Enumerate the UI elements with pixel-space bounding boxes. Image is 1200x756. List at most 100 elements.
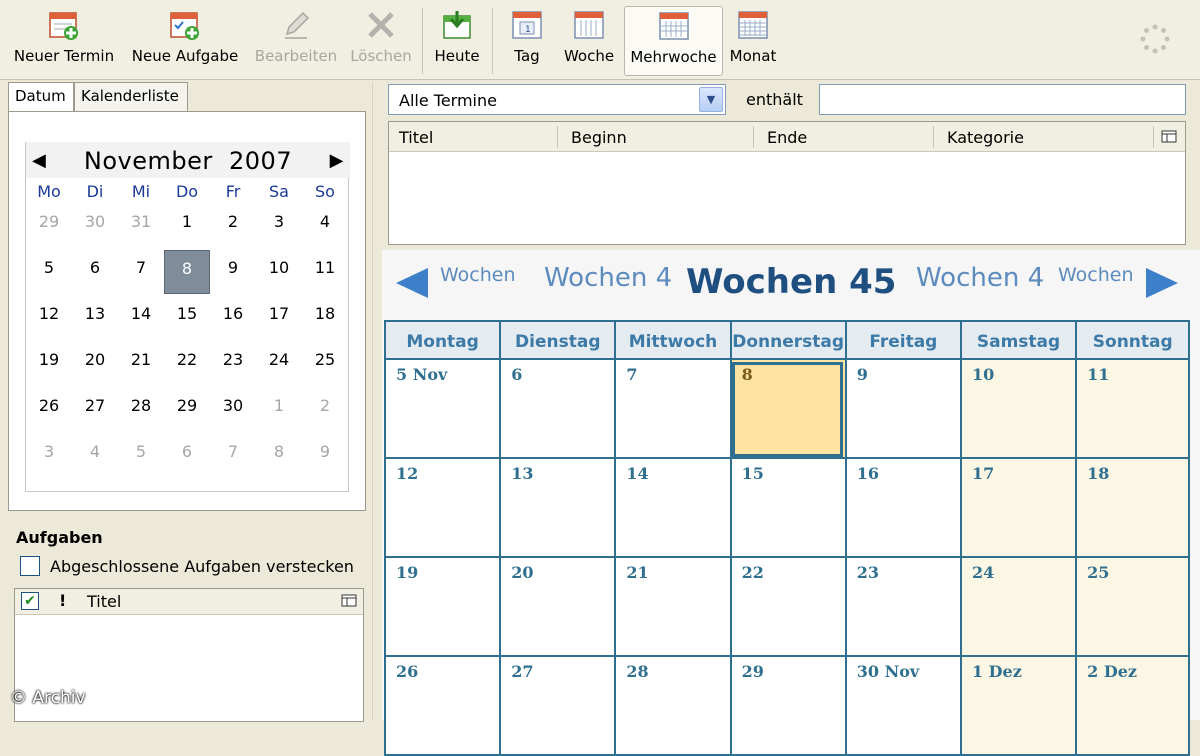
mini-day[interactable]: 19 bbox=[26, 342, 72, 386]
mini-day[interactable]: 7 bbox=[210, 434, 256, 478]
column-divider[interactable] bbox=[753, 126, 754, 148]
week-view-button[interactable]: Woche bbox=[558, 6, 620, 76]
title-column-header[interactable]: Titel bbox=[87, 592, 121, 611]
column-picker-icon[interactable] bbox=[1161, 129, 1177, 145]
day-cell[interactable]: 5 Nov bbox=[384, 360, 500, 459]
mini-day[interactable]: 10 bbox=[256, 250, 302, 294]
day-cell-weekend[interactable]: 10 bbox=[959, 360, 1076, 459]
mini-day[interactable]: 6 bbox=[164, 434, 210, 478]
mini-day[interactable]: 5 bbox=[118, 434, 164, 478]
previous-arrow-icon[interactable] bbox=[396, 268, 428, 298]
mini-day[interactable]: 24 bbox=[256, 342, 302, 386]
tab-date[interactable]: Datum bbox=[8, 82, 74, 113]
mini-day[interactable]: 4 bbox=[302, 204, 348, 248]
multiweek-view-button[interactable]: Mehrwoche bbox=[624, 6, 723, 76]
column-header-end[interactable]: Ende bbox=[767, 128, 807, 147]
day-cell[interactable]: 20 bbox=[499, 558, 615, 657]
day-cell[interactable]: 12 bbox=[384, 459, 500, 558]
mini-day[interactable]: 14 bbox=[118, 296, 164, 340]
today-button[interactable]: Heute bbox=[428, 6, 486, 76]
day-cell-weekend[interactable]: 11 bbox=[1075, 360, 1191, 459]
day-cell[interactable]: 27 bbox=[499, 657, 615, 756]
day-cell[interactable]: 16 bbox=[844, 459, 960, 558]
day-cell[interactable]: 23 bbox=[844, 558, 960, 657]
nav-next-weeks[interactable]: Wochen 4 bbox=[916, 263, 1044, 293]
next-arrow-icon[interactable] bbox=[1146, 268, 1178, 298]
mini-day[interactable]: 17 bbox=[256, 296, 302, 340]
mini-day[interactable]: 3 bbox=[26, 434, 72, 478]
day-cell[interactable]: 22 bbox=[729, 558, 845, 657]
day-view-button[interactable]: 1 Tag bbox=[500, 6, 554, 76]
mini-day[interactable]: 12 bbox=[26, 296, 72, 340]
nav-far-next-weeks[interactable]: Wochen bbox=[1058, 264, 1134, 286]
day-cell-weekend[interactable]: 24 bbox=[959, 558, 1076, 657]
hide-completed-checkbox[interactable] bbox=[20, 556, 40, 576]
mini-day[interactable]: 28 bbox=[118, 388, 164, 432]
day-cell-weekend[interactable]: 17 bbox=[959, 459, 1076, 558]
completed-column-checkmark-icon[interactable]: ✔ bbox=[21, 592, 39, 610]
mini-day[interactable]: 6 bbox=[72, 250, 118, 294]
mini-day[interactable]: 11 bbox=[302, 250, 348, 294]
day-cell[interactable]: 26 bbox=[384, 657, 500, 756]
day-cell-weekend[interactable]: 18 bbox=[1075, 459, 1191, 558]
mini-day[interactable]: 22 bbox=[164, 342, 210, 386]
month-view-button[interactable]: Monat bbox=[726, 6, 780, 76]
day-cell[interactable]: 7 bbox=[614, 360, 730, 459]
day-cell[interactable]: 15 bbox=[729, 459, 845, 558]
tab-calendar-list[interactable]: Kalenderliste bbox=[74, 82, 188, 111]
mini-day[interactable]: 9 bbox=[210, 250, 256, 294]
day-cell[interactable]: 19 bbox=[384, 558, 500, 657]
priority-column-header[interactable]: ! bbox=[59, 591, 66, 610]
column-divider[interactable] bbox=[933, 126, 934, 148]
mini-day[interactable]: 20 bbox=[72, 342, 118, 386]
mini-day[interactable]: 13 bbox=[72, 296, 118, 340]
mini-day[interactable]: 21 bbox=[118, 342, 164, 386]
day-cell[interactable]: 6 bbox=[499, 360, 615, 459]
nav-previous-weeks[interactable]: Wochen 4 bbox=[544, 263, 672, 293]
mini-day[interactable]: 3 bbox=[256, 204, 302, 248]
day-cell[interactable]: 28 bbox=[614, 657, 730, 756]
day-cell[interactable]: 30 Nov bbox=[844, 657, 960, 756]
mini-day[interactable]: 23 bbox=[210, 342, 256, 386]
column-picker-icon[interactable] bbox=[341, 593, 357, 609]
nav-far-previous-weeks[interactable]: Wochen bbox=[440, 264, 516, 286]
column-header-start[interactable]: Beginn bbox=[571, 128, 627, 147]
edit-button[interactable]: Bearbeiten bbox=[250, 6, 342, 76]
day-cell[interactable]: 14 bbox=[614, 459, 730, 558]
mini-day[interactable]: 2 bbox=[302, 388, 348, 432]
chevron-down-icon[interactable]: ▼ bbox=[699, 87, 723, 112]
mini-day-today[interactable]: 8 bbox=[164, 250, 210, 294]
search-contains-input[interactable] bbox=[819, 84, 1186, 115]
mini-day[interactable]: 27 bbox=[72, 388, 118, 432]
mini-day[interactable]: 9 bbox=[302, 434, 348, 478]
mini-day[interactable]: 1 bbox=[164, 204, 210, 248]
mini-day[interactable]: 15 bbox=[164, 296, 210, 340]
mini-day[interactable]: 30 bbox=[72, 204, 118, 248]
mini-day[interactable]: 8 bbox=[256, 434, 302, 478]
mini-day[interactable]: 31 bbox=[118, 204, 164, 248]
delete-button[interactable]: Löschen bbox=[346, 6, 416, 76]
day-cell[interactable]: 13 bbox=[499, 459, 615, 558]
column-header-title[interactable]: Titel bbox=[399, 128, 433, 147]
column-header-category[interactable]: Kategorie bbox=[947, 128, 1024, 147]
event-filter-select[interactable]: Alle Termine ▼ bbox=[388, 84, 726, 115]
day-cell[interactable]: 21 bbox=[614, 558, 730, 657]
mini-day[interactable]: 5 bbox=[26, 250, 72, 294]
mini-day[interactable]: 30 bbox=[210, 388, 256, 432]
day-cell[interactable]: 9 bbox=[844, 360, 960, 459]
mini-next-month-arrow-icon[interactable]: ▶ bbox=[330, 142, 344, 180]
mini-day[interactable]: 26 bbox=[26, 388, 72, 432]
mini-day[interactable]: 4 bbox=[72, 434, 118, 478]
day-cell-weekend[interactable]: 1 Dez bbox=[959, 657, 1076, 756]
mini-day[interactable]: 29 bbox=[164, 388, 210, 432]
day-cell-weekend[interactable]: 25 bbox=[1075, 558, 1191, 657]
new-event-button[interactable]: Neuer Termin bbox=[8, 6, 120, 76]
hide-completed-tasks-option[interactable]: Abgeschlossene Aufgaben verstecken bbox=[20, 556, 354, 576]
mini-day[interactable]: 16 bbox=[210, 296, 256, 340]
mini-day[interactable]: 2 bbox=[210, 204, 256, 248]
mini-day[interactable]: 25 bbox=[302, 342, 348, 386]
mini-day[interactable]: 1 bbox=[256, 388, 302, 432]
mini-prev-month-arrow-icon[interactable]: ◀ bbox=[32, 142, 46, 180]
new-task-button[interactable]: Neue Aufgabe bbox=[126, 6, 244, 76]
day-cell-weekend[interactable]: 2 Dez bbox=[1075, 657, 1191, 756]
